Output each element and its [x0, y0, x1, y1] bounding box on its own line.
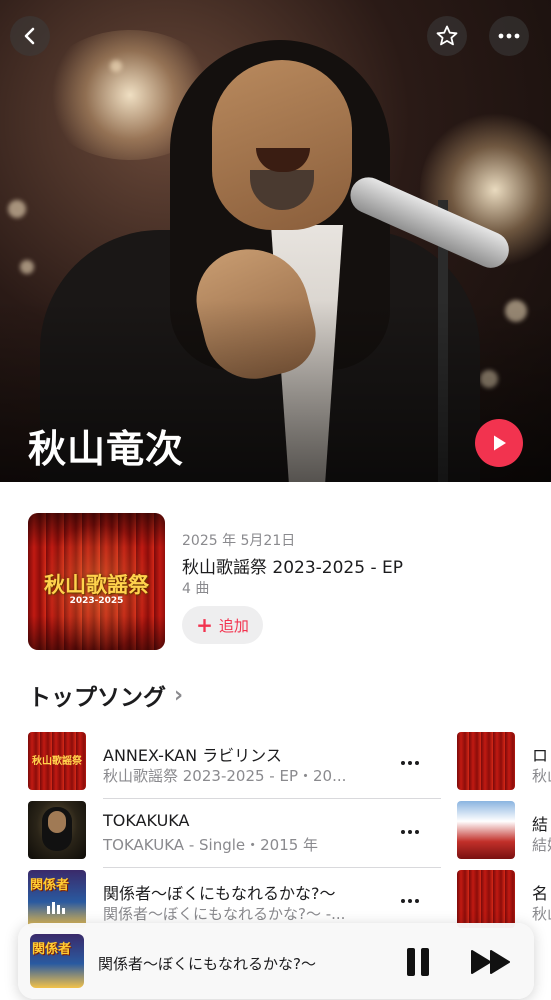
now-playing-wave-icon [46, 900, 66, 920]
add-button[interactable]: + 追加 [182, 606, 263, 644]
song-more-button[interactable] [400, 750, 420, 771]
now-playing-title[interactable]: 関係者〜ぼくにもなれるかな?〜 [98, 953, 316, 974]
latest-release[interactable]: 秋山歌謡祭 2023-2025 2025 年 5月21日 秋山歌謡祭 2023-… [28, 513, 528, 653]
song-row-peek[interactable]: 名 秋山 [457, 870, 551, 928]
play-icon [494, 435, 506, 451]
cover-subtitle: 2023-2025 [69, 596, 124, 606]
plus-icon: + [196, 613, 213, 637]
song-title: TOKAKUKA [103, 811, 190, 830]
now-playing-artwork[interactable]: 関係者 [30, 934, 84, 988]
song-artwork [457, 732, 515, 790]
bokeh-light [8, 200, 26, 218]
ellipsis-icon [401, 761, 419, 765]
song-title: 結 [532, 815, 549, 834]
song-subtitle: 秋山 [532, 905, 551, 923]
song-artwork: 秋山歌謡祭 [28, 732, 86, 790]
song-title: ロ [532, 746, 549, 765]
row-divider [103, 867, 441, 868]
top-songs-next-column: ロ 秋山 結 結婚 名 秋山 [457, 730, 551, 930]
release-cover-art[interactable]: 秋山歌謡祭 2023-2025 [28, 513, 165, 650]
release-track-count: 4 曲 [182, 581, 210, 597]
next-track-button[interactable] [468, 945, 514, 979]
top-songs-header[interactable]: トップソング › [28, 678, 183, 712]
song-row-peek[interactable]: 結 結婚 [457, 801, 551, 859]
ellipsis-icon [498, 33, 520, 39]
song-artwork [457, 801, 515, 859]
song-artwork: 関係者 [28, 870, 86, 928]
ellipsis-icon [401, 899, 419, 903]
pause-button[interactable] [402, 945, 434, 979]
star-icon [436, 25, 458, 46]
artwork-face [48, 811, 66, 833]
mini-player[interactable]: 関係者 関係者〜ぼくにもなれるかな?〜 [18, 923, 534, 999]
chevron-right-icon: › [174, 682, 184, 708]
more-options-button[interactable] [489, 16, 529, 56]
add-label: 追加 [218, 616, 249, 635]
artwork-text: 秋山歌謡祭 [32, 756, 82, 767]
song-title: ANNEX-KAN ラビリンス [103, 746, 282, 765]
artwork-text: 関係者 [30, 878, 70, 893]
pause-icon [421, 948, 429, 976]
pause-icon [407, 948, 415, 976]
cover-title: 秋山歌謡祭 [44, 573, 149, 597]
back-button[interactable] [10, 16, 50, 56]
release-date: 2025 年 5月21日 [182, 533, 296, 549]
song-title: 名 [532, 884, 549, 903]
song-row[interactable]: 秋山歌謡祭 ANNEX-KAN ラビリンス 秋山歌謡祭 2023-2025 - … [28, 732, 442, 799]
song-subtitle: 結婚 [532, 836, 551, 854]
artist-hero-image [0, 0, 551, 482]
row-divider [103, 798, 441, 799]
fast-forward-icon [471, 950, 510, 974]
bokeh-light [20, 260, 34, 274]
song-more-button[interactable] [400, 888, 420, 909]
bokeh-light [110, 60, 122, 72]
song-artwork [28, 801, 86, 859]
song-subtitle: 関係者〜ぼくにもなれるかな?〜 -... [103, 905, 346, 923]
song-subtitle: TOKAKUKA - Single・2015 年 [103, 836, 319, 854]
song-more-button[interactable] [400, 819, 420, 840]
section-title: トップソング [28, 685, 166, 711]
song-title: 関係者〜ぼくにもなれるかな?〜 [103, 884, 336, 903]
song-subtitle: 秋山歌謡祭 2023-2025 - EP・20... [103, 767, 347, 785]
favorite-button[interactable] [427, 16, 467, 56]
play-button[interactable] [475, 419, 523, 467]
song-row[interactable]: TOKAKUKA TOKAKUKA - Single・2015 年 [28, 801, 442, 868]
artwork-text: 関係者 [32, 942, 72, 957]
chevron-left-icon [24, 27, 35, 45]
song-row-peek[interactable]: ロ 秋山 [457, 732, 551, 790]
ellipsis-icon [401, 830, 419, 834]
release-title[interactable]: 秋山歌謡祭 2023-2025 - EP [182, 553, 403, 578]
song-artwork [457, 870, 515, 928]
song-subtitle: 秋山 [532, 767, 551, 785]
artist-name: 秋山竜次 [28, 427, 185, 471]
